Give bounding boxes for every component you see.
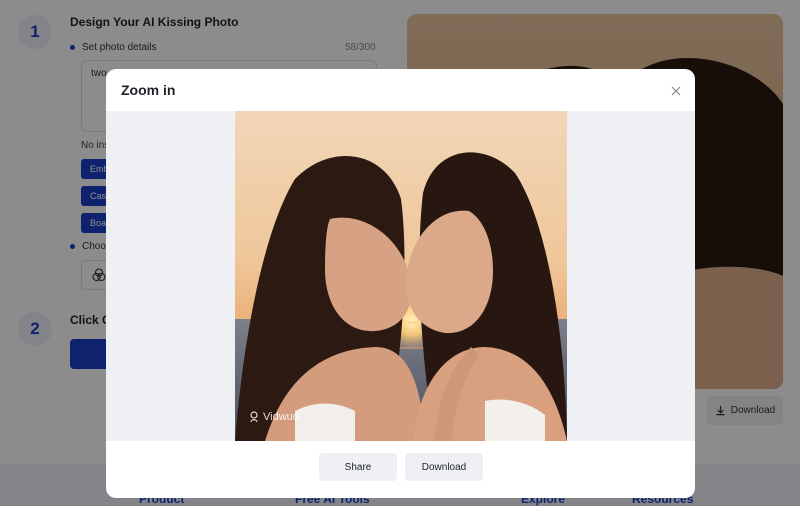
watermark: Vidwud	[248, 411, 299, 423]
close-icon	[671, 86, 681, 96]
download-button[interactable]: Download	[405, 453, 483, 481]
zoomed-photo: Vidwud	[235, 111, 567, 441]
vidwud-logo-icon	[250, 411, 258, 423]
modal-close-button[interactable]	[667, 82, 685, 100]
zoom-modal: Zoom in Vidwud Share Download	[106, 69, 695, 498]
zoom-stage: Vidwud	[106, 111, 695, 441]
watermark-text: Vidwud	[263, 411, 299, 423]
modal-title: Zoom in	[121, 82, 176, 98]
share-button[interactable]: Share	[319, 453, 397, 481]
